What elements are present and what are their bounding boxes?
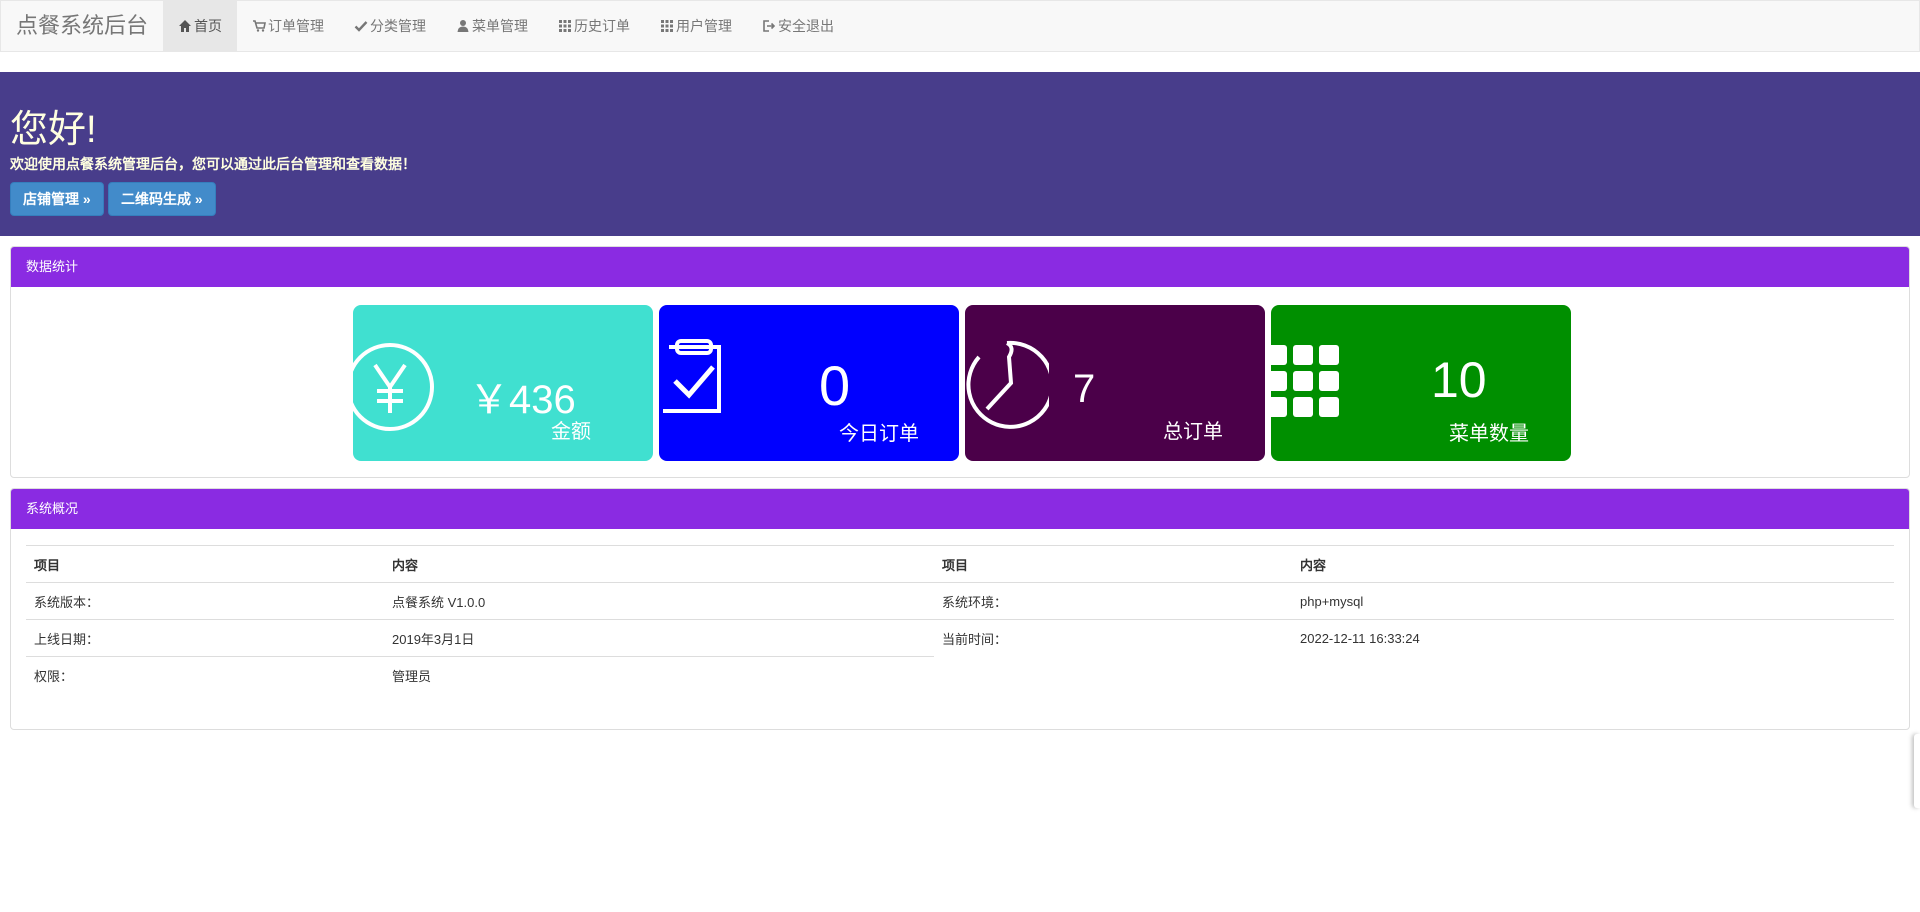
home-icon <box>179 20 192 32</box>
stat-today-orders-label: 今日订单 <box>839 423 919 445</box>
top-navbar: 点餐系统后台 首页 订单管理 分类管理 菜单管理 历史订单 用户管理 安全退出 <box>0 0 1920 52</box>
cart-icon <box>253 20 266 32</box>
qrcode-generate-button[interactable]: 二维码生成 » <box>108 182 216 216</box>
row-value: 点餐系统 V1.0.0 <box>384 582 934 620</box>
table-header-content: 内容 <box>384 545 934 583</box>
overview-panel-heading: 系统概况 <box>11 489 1909 529</box>
table-header-content: 内容 <box>1292 545 1894 583</box>
stat-total-orders-value: 7 <box>1073 367 1096 411</box>
overview-table-right: 项目 内容 系统环境： php+mysql 当前时间： 2022-12-11 1… <box>934 545 1894 657</box>
grid-icon <box>661 20 674 32</box>
overview-table-left: 项目 内容 系统版本： 点餐系统 V1.0.0 上线日期： 2019年3月1日 … <box>26 545 934 694</box>
nav-item-label: 安全退出 <box>778 18 835 34</box>
table-row: 权限： 管理员 <box>26 656 934 694</box>
stat-card-total-orders[interactable]: 7 总订单 <box>965 305 1265 461</box>
table-header-row: 项目 内容 <box>934 545 1894 583</box>
row-value: php+mysql <box>1292 582 1894 620</box>
nav-menu: 首页 订单管理 分类管理 菜单管理 历史订单 用户管理 安全退出 <box>163 1 849 51</box>
row-label: 系统版本： <box>26 582 384 620</box>
stat-today-orders-value: 0 <box>819 354 851 417</box>
nav-item-menu[interactable]: 菜单管理 <box>441 1 543 51</box>
nav-item-history[interactable]: 历史订单 <box>543 1 645 51</box>
stat-menu-count-label: 菜单数量 <box>1449 423 1529 445</box>
nav-item-label: 首页 <box>194 18 223 34</box>
grid-icon <box>1271 345 1339 417</box>
navbar-brand[interactable]: 点餐系统后台 <box>1 1 163 51</box>
side-scroll-handle[interactable] <box>1914 734 1920 808</box>
table-header-row: 项目 内容 <box>26 545 934 583</box>
nav-item-categories[interactable]: 分类管理 <box>339 1 441 51</box>
nav-item-label: 用户管理 <box>676 18 733 34</box>
clipboard-check-icon <box>663 339 721 413</box>
nav-item-users[interactable]: 用户管理 <box>645 1 747 51</box>
table-row: 系统环境： php+mysql <box>934 582 1894 620</box>
row-label: 系统环境： <box>934 582 1292 620</box>
row-value: 管理员 <box>384 656 934 694</box>
row-label: 当前时间： <box>934 619 1292 657</box>
stat-menu-count-value: 10 <box>1431 352 1487 408</box>
welcome-banner: 您好! 欢迎使用点餐系统管理后台，您可以通过此后台管理和查看数据！ 店铺管理 »… <box>0 72 1920 236</box>
row-label: 权限： <box>26 656 384 694</box>
row-value: 2022-12-11 16:33:24 <box>1292 619 1894 657</box>
check-icon <box>354 21 368 32</box>
stat-amount-label: 金额 <box>551 421 591 443</box>
nav-item-logout[interactable]: 安全退出 <box>747 1 849 51</box>
grid-icon <box>559 20 572 32</box>
table-row: 系统版本： 点餐系统 V1.0.0 <box>26 582 934 620</box>
yen-icon <box>353 343 434 431</box>
table-row: 上线日期： 2019年3月1日 <box>26 619 934 657</box>
system-overview-panel: 系统概况 项目 内容 系统版本： 点餐系统 V1.0.0 上线日期： 2019年… <box>10 488 1910 730</box>
stat-card-today-orders[interactable]: 0 今日订单 <box>659 305 959 461</box>
table-row: 当前时间： 2022-12-11 16:33:24 <box>934 619 1894 657</box>
nav-item-label: 历史订单 <box>574 18 631 34</box>
nav-item-home[interactable]: 首页 <box>163 1 238 51</box>
welcome-description: 欢迎使用点餐系统管理后台，您可以通过此后台管理和查看数据！ <box>10 156 416 172</box>
table-header-item: 项目 <box>26 545 384 583</box>
timer-icon <box>966 340 1049 429</box>
nav-item-label: 订单管理 <box>268 18 325 34</box>
welcome-title: 您好! <box>10 109 97 151</box>
stats-panel-heading: 数据统计 <box>11 247 1909 287</box>
logout-icon <box>763 20 776 32</box>
stat-total-orders-label: 总订单 <box>1163 421 1223 443</box>
nav-item-label: 分类管理 <box>370 18 427 34</box>
user-icon <box>457 20 469 32</box>
nav-item-label: 菜单管理 <box>472 18 529 34</box>
nav-item-orders[interactable]: 订单管理 <box>237 1 339 51</box>
stat-card-menu-count[interactable]: 10 菜单数量 <box>1271 305 1571 461</box>
stat-card-amount[interactable]: ￥436 金额 <box>353 305 653 461</box>
row-value: 2019年3月1日 <box>384 619 934 657</box>
shop-management-button[interactable]: 店铺管理 » <box>10 182 104 216</box>
table-header-item: 项目 <box>934 545 1292 583</box>
row-label: 上线日期： <box>26 619 384 657</box>
stats-panel: 数据统计 ￥436 金额 0 今日订单 7 总订单 10 菜单数量 <box>10 246 1910 478</box>
